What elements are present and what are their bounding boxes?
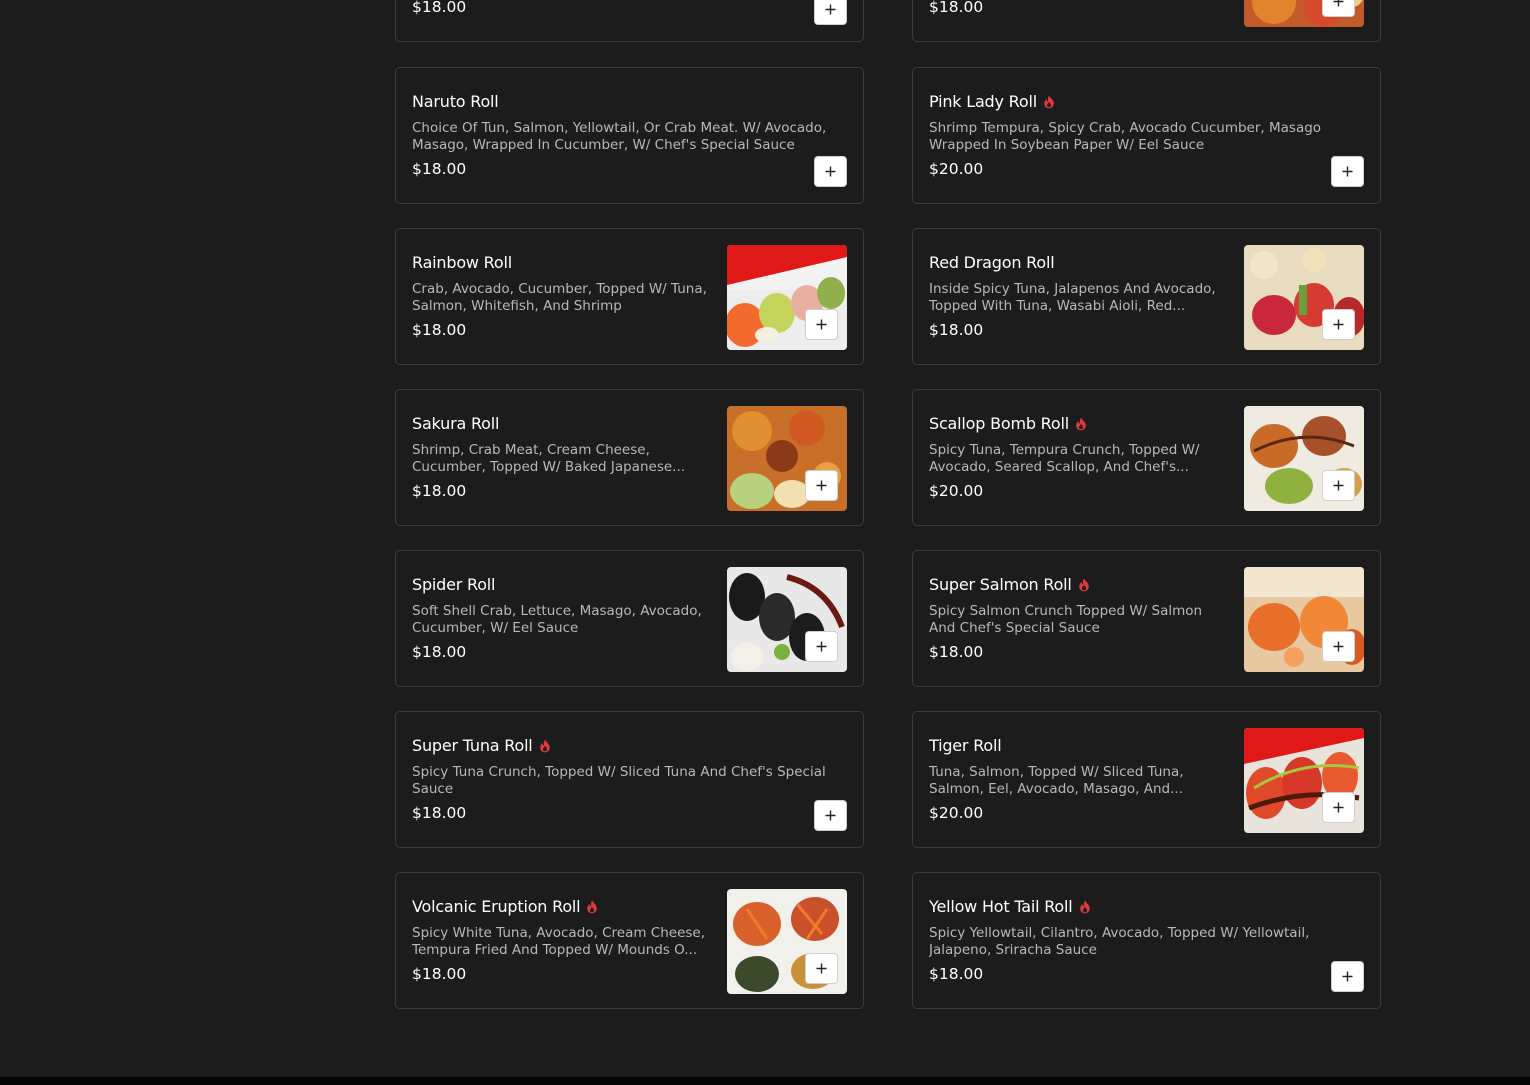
menu-item-price: $18.00 <box>412 482 467 500</box>
menu-item-price: $18.00 <box>412 965 467 983</box>
add-to-cart-button[interactable] <box>1322 470 1355 501</box>
menu-item-card[interactable]: Sakura Roll Shrimp, Crab Meat, Cream Che… <box>395 389 864 526</box>
menu-item-title: Tiger Roll <box>929 736 1002 755</box>
menu-item-title: Red Dragon Roll <box>929 253 1055 272</box>
menu-item-title: Naruto Roll <box>412 92 499 111</box>
menu-item-description: Spicy Salmon Crunch Topped W/ Salmon And… <box>929 603 1203 636</box>
add-to-cart-button[interactable] <box>805 309 838 340</box>
menu-item-description: Shrimp Tempura, Spicy Crab, Avocado Cucu… <box>929 120 1322 153</box>
menu-item-price: $18.00 <box>412 643 467 661</box>
page-footer-edge <box>0 1077 1530 1085</box>
menu-item-card[interactable]: Super Tuna Roll Spicy Tuna Crunch, Toppe… <box>395 711 864 848</box>
menu-item-card[interactable]: Pink Lady Roll Shrimp Tempura, Spicy Cra… <box>912 67 1381 204</box>
menu-item-card[interactable]: Naruto Roll Choice Of Tun, Salmon, Yello… <box>395 67 864 204</box>
menu-item-price: $20.00 <box>929 160 984 178</box>
menu-item-card[interactable]: $18.00 <box>395 0 864 42</box>
flame-icon <box>1079 900 1090 913</box>
menu-item-description: Crab, Avocado, Cucumber, Topped W/ Tuna,… <box>412 281 707 314</box>
menu-item-price: $20.00 <box>929 482 984 500</box>
plus-icon <box>1342 166 1353 177</box>
menu-item-title: Spider Roll <box>412 575 496 594</box>
flame-icon <box>587 900 598 913</box>
plus-icon <box>1342 971 1353 982</box>
menu-item-card[interactable]: Volcanic Eruption Roll Spicy White Tuna,… <box>395 872 864 1009</box>
menu-item-title: Sakura Roll <box>412 414 500 433</box>
menu-item-title: Super Tuna Roll <box>412 736 533 755</box>
menu-item-title: Volcanic Eruption Roll <box>412 897 581 916</box>
add-to-cart-button[interactable] <box>1322 309 1355 340</box>
menu-item-price: $18.00 <box>412 0 467 16</box>
menu-item-description: Shrimp, Crab Meat, Cream Cheese, Cucumbe… <box>412 442 686 475</box>
add-to-cart-button[interactable] <box>1322 0 1355 17</box>
add-to-cart-button[interactable] <box>1331 961 1364 992</box>
add-to-cart-button[interactable] <box>805 953 838 984</box>
add-to-cart-button[interactable] <box>814 156 847 187</box>
menu-item-card[interactable]: Scallop Bomb Roll Spicy Tuna, Tempura Cr… <box>912 389 1381 526</box>
plus-icon <box>825 166 836 177</box>
menu-item-price: $20.00 <box>929 804 984 822</box>
plus-icon <box>1333 0 1344 7</box>
plus-icon <box>1333 319 1344 330</box>
menu-item-price: $18.00 <box>929 643 984 661</box>
menu-item-card[interactable]: Yellow Hot Tail Roll Spicy Yellowtail, C… <box>912 872 1381 1009</box>
plus-icon <box>816 963 827 974</box>
plus-icon <box>816 480 827 491</box>
menu-item-description: Spicy Yellowtail, Cilantro, Avocado, Top… <box>929 925 1310 958</box>
menu-item-title: Super Salmon Roll <box>929 575 1072 594</box>
plus-icon <box>816 641 827 652</box>
menu-item-card[interactable]: Super Salmon Roll Spicy Salmon Crunch To… <box>912 550 1381 687</box>
menu-item-price: $18.00 <box>929 0 984 16</box>
menu-item-price: $18.00 <box>412 160 467 178</box>
flame-icon <box>1076 417 1086 430</box>
add-to-cart-button[interactable] <box>814 800 847 831</box>
menu-item-title: Rainbow Roll <box>412 253 512 272</box>
add-to-cart-button[interactable] <box>805 631 838 662</box>
plus-icon <box>1333 480 1344 491</box>
menu-item-card[interactable]: Tiger Roll Tuna, Salmon, Topped W/ Slice… <box>912 711 1381 848</box>
menu-item-description: Spicy White Tuna, Avocado, Cream Cheese,… <box>412 925 706 958</box>
menu-item-description: Spicy Tuna Crunch, Topped W/ Sliced Tuna… <box>412 764 826 797</box>
plus-icon <box>1333 802 1344 813</box>
menu-item-title: Scallop Bomb Roll <box>929 414 1069 433</box>
menu-item-description: Inside Spicy Tuna, Jalapenos And Avocado… <box>929 281 1216 314</box>
plus-icon <box>825 810 836 821</box>
add-to-cart-button[interactable] <box>1331 156 1364 187</box>
menu-item-price: $18.00 <box>412 321 467 339</box>
plus-icon <box>825 4 836 15</box>
flame-icon <box>539 739 550 752</box>
add-to-cart-button[interactable] <box>1322 792 1355 823</box>
menu-item-title: Pink Lady Roll <box>929 92 1037 111</box>
menu-item-card[interactable]: Red Dragon Roll Inside Spicy Tuna, Jalap… <box>912 228 1381 365</box>
menu-item-description: Spicy Tuna, Tempura Crunch, Topped W/ Av… <box>929 442 1200 475</box>
flame-icon <box>1044 95 1054 108</box>
plus-icon <box>1333 641 1344 652</box>
flame-icon <box>1078 578 1089 591</box>
menu-item-description: Soft Shell Crab, Lettuce, Masago, Avocad… <box>412 603 702 636</box>
add-to-cart-button[interactable] <box>805 470 838 501</box>
menu-item-title: Yellow Hot Tail Roll <box>929 897 1073 916</box>
menu-item-card[interactable]: Spider Roll Soft Shell Crab, Lettuce, Ma… <box>395 550 864 687</box>
menu-page: $18.00 $18.00 Naruto Roll Choice Of Tun,… <box>0 0 1530 1085</box>
menu-item-description: Choice Of Tun, Salmon, Yellowtail, Or Cr… <box>412 120 827 153</box>
menu-item-price: $18.00 <box>929 965 984 983</box>
menu-item-card[interactable]: $18.00 <box>912 0 1381 42</box>
add-to-cart-button[interactable] <box>814 0 847 25</box>
menu-item-price: $18.00 <box>929 321 984 339</box>
plus-icon <box>816 319 827 330</box>
menu-item-card[interactable]: Rainbow Roll Crab, Avocado, Cucumber, To… <box>395 228 864 365</box>
menu-item-description: Tuna, Salmon, Topped W/ Sliced Tuna, Sal… <box>929 764 1184 797</box>
add-to-cart-button[interactable] <box>1322 631 1355 662</box>
menu-item-price: $18.00 <box>412 804 467 822</box>
